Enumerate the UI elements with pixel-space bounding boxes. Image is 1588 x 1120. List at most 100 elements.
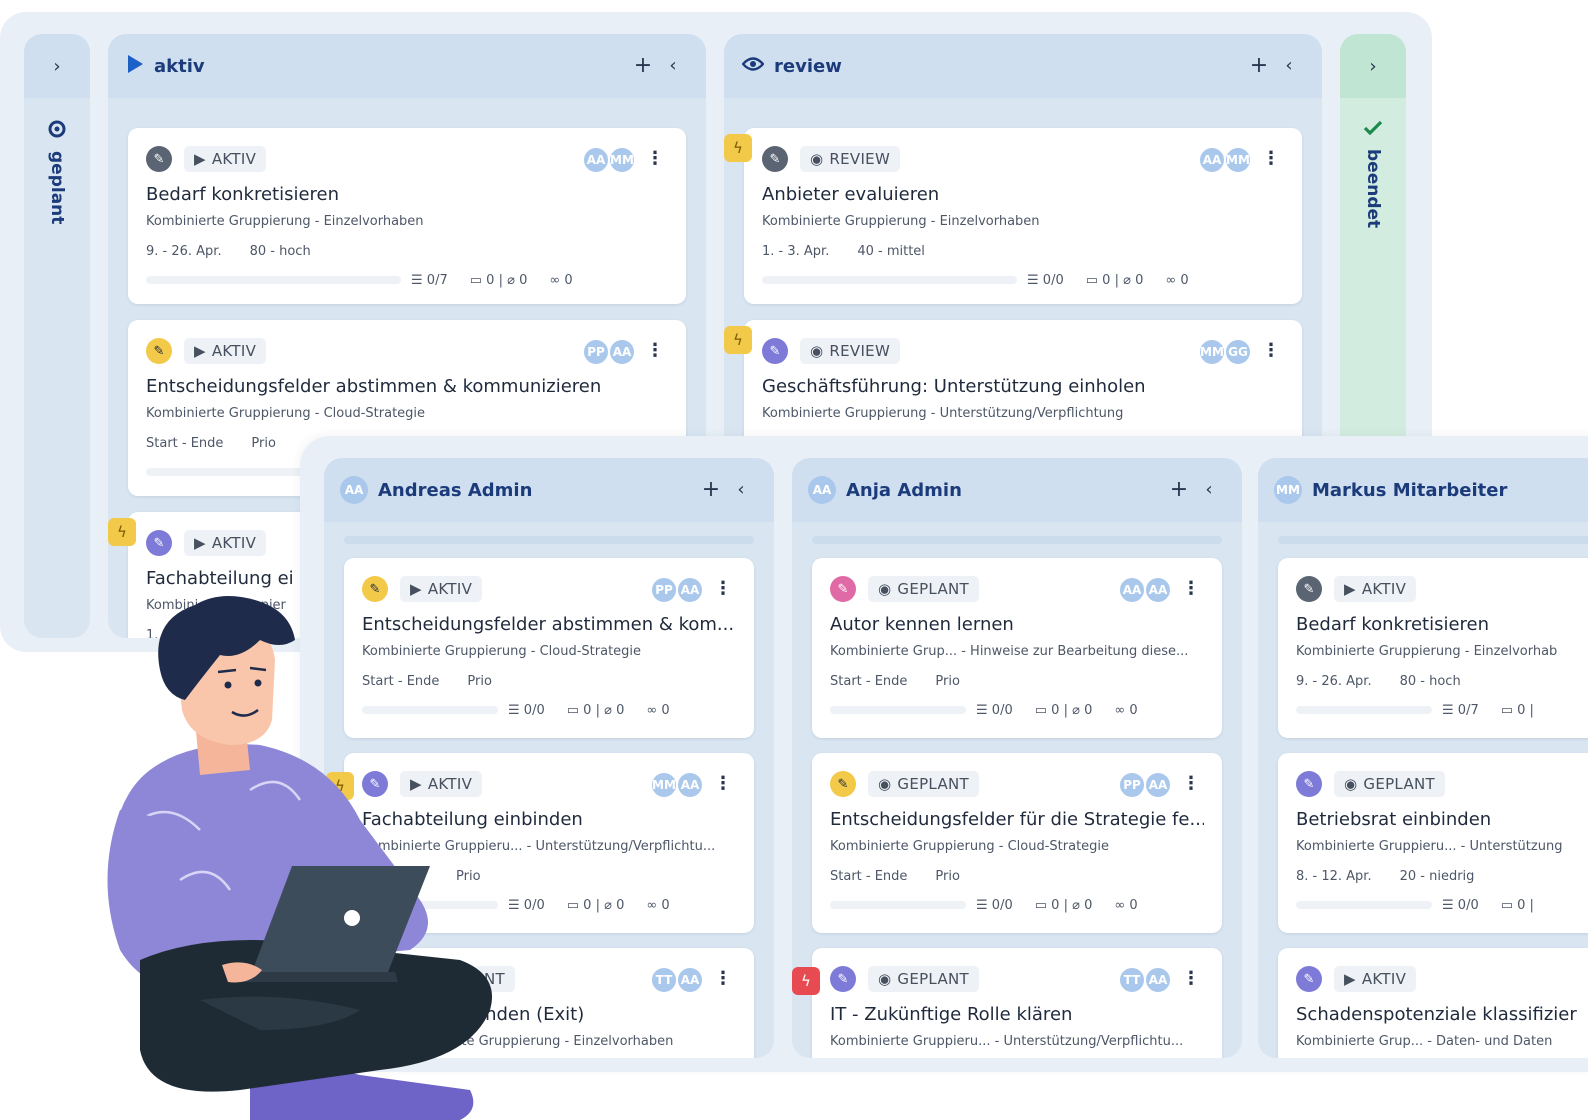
status-badge: ◉ REVIEW — [800, 146, 901, 172]
pencil-icon[interactable]: ✎ — [1296, 576, 1322, 602]
collapse-column-button[interactable]: ‹ — [1274, 55, 1304, 77]
eye-icon: ◉ — [810, 342, 824, 360]
priority: 40 - mittel — [857, 244, 925, 259]
task-card[interactable]: ✎ ▶ AKTIV PP AA ⋮ Entscheidungsfelder abs… — [344, 558, 754, 738]
play-icon: ▶ — [1344, 580, 1356, 598]
pencil-icon[interactable]: ✎ — [362, 771, 388, 797]
task-card[interactable]: ✎ ▶ AKTIV MM AA ⋮ Fachabteilung einbinden… — [344, 753, 754, 933]
tasklist-icon: ☰ — [976, 702, 988, 718]
card-title[interactable]: Fachabteilung einbinden — [362, 809, 736, 830]
collapse-column-button[interactable]: ‹ — [726, 479, 756, 501]
card-title[interactable]: Anbieter evaluieren — [762, 184, 1284, 205]
pencil-icon[interactable]: ✎ — [830, 576, 856, 602]
collapse-column-button[interactable]: ‹ — [1194, 479, 1224, 501]
card-title[interactable]: Entscheidungsfelder abstimmen & kom... — [362, 614, 736, 635]
eye-icon: ◉ — [810, 150, 824, 168]
pencil-icon[interactable]: ✎ — [830, 771, 856, 797]
task-card[interactable]: ✎ ▶ AKTIV AA MM ⋮ Bedarf konkretisieren K… — [128, 128, 686, 304]
task-card[interactable]: ✎ ◉ GEPLANT PP AA ⋮ Entscheidungsfelder f… — [812, 753, 1222, 933]
pencil-icon[interactable]: ✎ — [762, 338, 788, 364]
expand-column-button[interactable]: › — [1340, 34, 1406, 98]
kebab-menu-icon[interactable]: ⋮ — [1182, 773, 1200, 794]
task-card[interactable]: ✎ ▶ AKTIV Schadenspotenziale klassifizier… — [1278, 948, 1588, 1058]
card-title[interactable]: enden (Exit) — [474, 1004, 736, 1025]
avatar[interactable]: MM — [608, 146, 636, 174]
card-title[interactable]: Bedarf konkretisieren — [1296, 614, 1588, 635]
task-card[interactable]: ✎ ◉ GEPLANT Betriebsrat einbinden Kombini… — [1278, 753, 1588, 933]
avatar[interactable]: AA — [1144, 576, 1172, 604]
card-title[interactable]: Schadenspotenziale klassifizier — [1296, 1004, 1588, 1025]
kebab-menu-icon[interactable]: ⋮ — [714, 968, 732, 989]
avatar[interactable]: GG — [1224, 338, 1252, 366]
task-card[interactable]: ✎ ◉ GEPLANT TT AA ⋮ IT - Zukünftige Rolle… — [812, 948, 1222, 1058]
column-anja-admin: AA Anja Admin + ‹ ✎ ◉ GEPLANT AA AA ⋮ Aut… — [792, 458, 1242, 1058]
avatar[interactable]: AA — [676, 576, 704, 604]
kebab-menu-icon[interactable]: ⋮ — [646, 148, 664, 169]
add-card-button[interactable]: + — [696, 479, 726, 501]
column-title: aktiv — [154, 55, 205, 77]
card-title[interactable]: Bedarf konkretisieren — [146, 184, 668, 205]
card-title[interactable]: Autor kennen lernen — [830, 614, 1204, 635]
kebab-menu-icon[interactable]: ⋮ — [1262, 340, 1280, 361]
avatar[interactable]: AA — [582, 146, 610, 174]
avatar[interactable]: PP — [650, 576, 678, 604]
card-footer: ☰ 0/0 ▭ 0 | ⌀ 0 ∞ 0 — [762, 270, 1284, 290]
avatar[interactable]: MM — [650, 771, 678, 799]
progress-bar — [830, 706, 966, 714]
kebab-menu-icon[interactable]: ⋮ — [714, 578, 732, 599]
kebab-menu-icon[interactable]: ⋮ — [646, 340, 664, 361]
card-title[interactable]: Entscheidungsfelder für die Strategie fe… — [830, 809, 1204, 830]
pencil-icon[interactable]: ✎ — [146, 530, 172, 556]
avatar[interactable]: AA — [676, 966, 704, 994]
priority: 20 - niedrig — [1399, 869, 1475, 884]
column-andreas-admin: AA Andreas Admin + ‹ ✎ ▶ AKTIV PP AA ⋮ En… — [324, 458, 774, 1058]
task-card[interactable]: ✎ ◉ REVIEW AA MM ⋮ Anbieter evaluieren Ko… — [744, 128, 1302, 304]
pencil-icon[interactable]: ✎ — [146, 146, 172, 172]
avatar[interactable]: AA — [608, 338, 636, 366]
collapse-column-button[interactable]: ‹ — [658, 55, 688, 77]
pencil-icon[interactable]: ✎ — [362, 576, 388, 602]
task-card[interactable]: NT TT AA ⋮ enden (Exit) rte Gruppierung … — [344, 948, 754, 1058]
avatar[interactable]: TT — [1118, 966, 1146, 994]
column-geplant-collapsed[interactable]: › geplant — [24, 34, 90, 638]
comment-icon: ▭ — [1500, 702, 1514, 718]
column-label-geplant: geplant — [47, 120, 67, 224]
avatar[interactable]: PP — [582, 338, 610, 366]
avatar[interactable]: MM — [1224, 146, 1252, 174]
paperclip-icon: ⌀ — [604, 897, 612, 913]
pencil-icon[interactable]: ✎ — [146, 338, 172, 364]
task-card[interactable]: ✎ ▶ AKTIV Bedarf konkretisieren Kombinier… — [1278, 558, 1588, 738]
column-title: Anja Admin — [846, 479, 962, 501]
check-icon — [1363, 120, 1383, 141]
avatar[interactable]: TT — [650, 966, 678, 994]
avatar[interactable]: PP — [1118, 771, 1146, 799]
card-title[interactable]: Betriebsrat einbinden — [1296, 809, 1588, 830]
kebab-menu-icon[interactable]: ⋮ — [1182, 968, 1200, 989]
column-title: Markus Mitarbeiter — [1312, 479, 1508, 501]
pencil-icon[interactable]: ✎ — [762, 146, 788, 172]
pencil-icon[interactable]: ✎ — [1296, 966, 1322, 992]
date-range: 8. - 12. Apr. — [1296, 869, 1372, 884]
kebab-menu-icon[interactable]: ⋮ — [1182, 578, 1200, 599]
card-title[interactable]: Geschäftsführung: Unterstützung einholen — [762, 376, 1284, 397]
pencil-icon[interactable]: ✎ — [830, 966, 856, 992]
add-card-button[interactable]: + — [1244, 55, 1274, 77]
avatar[interactable]: AA — [1144, 966, 1172, 994]
chevron-right-icon: › — [53, 55, 61, 77]
status-badge: ◉ GEPLANT — [1334, 771, 1445, 797]
kebab-menu-icon[interactable]: ⋮ — [714, 773, 732, 794]
card-title[interactable]: IT - Zukünftige Rolle klären — [830, 1004, 1204, 1025]
pencil-icon[interactable]: ✎ — [1296, 771, 1322, 797]
task-card[interactable]: ✎ ◉ GEPLANT AA AA ⋮ Autor kennen lernen K… — [812, 558, 1222, 738]
avatar[interactable]: MM — [1198, 338, 1226, 366]
column-title: Andreas Admin — [378, 479, 533, 501]
avatar[interactable]: AA — [676, 771, 704, 799]
kebab-menu-icon[interactable]: ⋮ — [1262, 148, 1280, 169]
avatar[interactable]: AA — [1144, 771, 1172, 799]
avatar[interactable]: AA — [1118, 576, 1146, 604]
add-card-button[interactable]: + — [1164, 479, 1194, 501]
add-card-button[interactable]: + — [628, 55, 658, 77]
expand-column-button[interactable]: › — [24, 34, 90, 98]
card-title[interactable]: Entscheidungsfelder abstimmen & kommuniz… — [146, 376, 668, 397]
avatar[interactable]: AA — [1198, 146, 1226, 174]
